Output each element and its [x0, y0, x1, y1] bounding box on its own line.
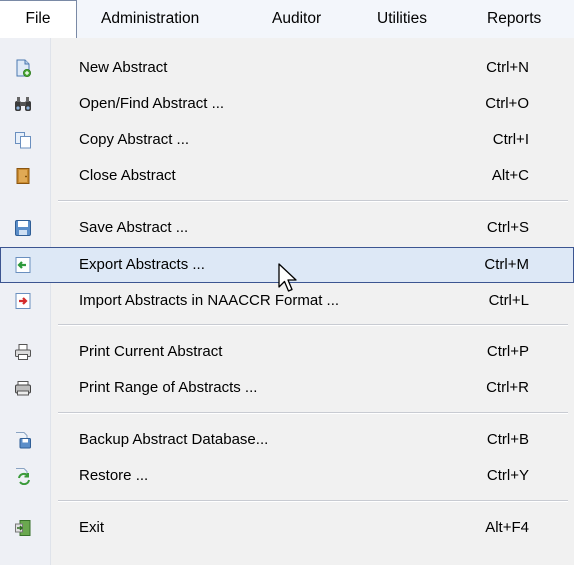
menu-reports[interactable]: Reports — [487, 0, 541, 38]
shortcut-label: Ctrl+S — [486, 219, 529, 236]
menu-item-close-abstract[interactable]: Close Abstract Alt+C — [0, 158, 574, 194]
menu-bar: File Administration Auditor Utilities Re… — [0, 0, 574, 39]
menu-item-label: Open/Find Abstract ... — [79, 95, 225, 112]
menu-item-save-abstract[interactable]: Save Abstract ... Ctrl+S — [0, 210, 574, 246]
floppy-disk-icon — [15, 220, 31, 236]
menu-item-copy-abstract[interactable]: Copy Abstract ... Ctrl+I — [0, 122, 574, 158]
menu-separator — [58, 324, 568, 326]
exit-door-icon — [15, 520, 31, 536]
menu-item-label: Close Abstract — [79, 167, 176, 184]
export-icon — [15, 257, 31, 273]
menu-item-restore[interactable]: Restore ... Ctrl+Y — [0, 458, 574, 494]
copy-icon — [15, 132, 31, 149]
menu-item-label: Export Abstracts ... — [79, 256, 205, 273]
menu-item-label: Restore ... — [79, 467, 149, 484]
menu-separator — [58, 200, 568, 202]
shortcut-label: Ctrl+R — [486, 379, 529, 396]
shortcut-label: Alt+C — [491, 167, 529, 184]
menu-item-label: Save Abstract ... — [79, 219, 189, 236]
menu-utilities[interactable]: Utilities — [377, 0, 427, 38]
menu-file[interactable]: File — [0, 0, 77, 39]
menu-administration[interactable]: Administration — [101, 0, 199, 38]
menu-auditor[interactable]: Auditor — [272, 0, 321, 38]
shortcut-label: Ctrl+N — [486, 59, 529, 76]
menu-item-label: New Abstract — [79, 59, 168, 76]
printer-icon — [15, 344, 31, 360]
backup-database-icon — [16, 432, 31, 449]
menu-item-label: Copy Abstract ... — [79, 131, 190, 148]
menu-item-label: Import Abstracts in NAACCR Format ... — [79, 292, 340, 309]
close-book-icon — [16, 168, 30, 184]
shortcut-label: Ctrl+B — [486, 431, 529, 448]
menu-separator — [58, 500, 568, 502]
shortcut-label: Ctrl+O — [485, 95, 529, 112]
import-icon — [15, 293, 31, 309]
binoculars-icon — [15, 97, 31, 111]
shortcut-label: Ctrl+L — [488, 292, 529, 309]
menu-item-new-abstract[interactable]: New Abstract Ctrl+N — [0, 50, 574, 86]
menu-item-label: Print Range of Abstracts ... — [79, 379, 258, 396]
shortcut-label: Ctrl+I — [492, 131, 529, 148]
shortcut-label: Alt+F4 — [485, 519, 529, 536]
file-menu-dropdown: New Abstract Ctrl+N Open/Find Abstract .… — [0, 38, 574, 565]
menu-item-exit[interactable]: Exit Alt+F4 — [0, 510, 574, 546]
menu-separator — [58, 412, 568, 414]
new-document-icon — [16, 59, 31, 77]
shortcut-label: Ctrl+M — [484, 256, 529, 273]
menu-item-label: Exit — [79, 519, 105, 536]
menu-item-backup-abstract-database[interactable]: Backup Abstract Database... Ctrl+B — [0, 422, 574, 458]
restore-icon — [16, 468, 30, 485]
menu-item-label: Backup Abstract Database... — [79, 431, 269, 448]
mouse-cursor-icon — [278, 263, 297, 292]
shortcut-label: Ctrl+P — [486, 343, 529, 360]
menu-item-print-current-abstract[interactable]: Print Current Abstract Ctrl+P — [0, 334, 574, 370]
menu-item-label: Print Current Abstract — [79, 343, 223, 360]
shortcut-label: Ctrl+Y — [486, 467, 529, 484]
printer-range-icon — [15, 381, 31, 396]
menu-item-print-range-of-abstracts[interactable]: Print Range of Abstracts ... Ctrl+R — [0, 370, 574, 406]
menu-item-open-find-abstract[interactable]: Open/Find Abstract ... Ctrl+O — [0, 86, 574, 122]
